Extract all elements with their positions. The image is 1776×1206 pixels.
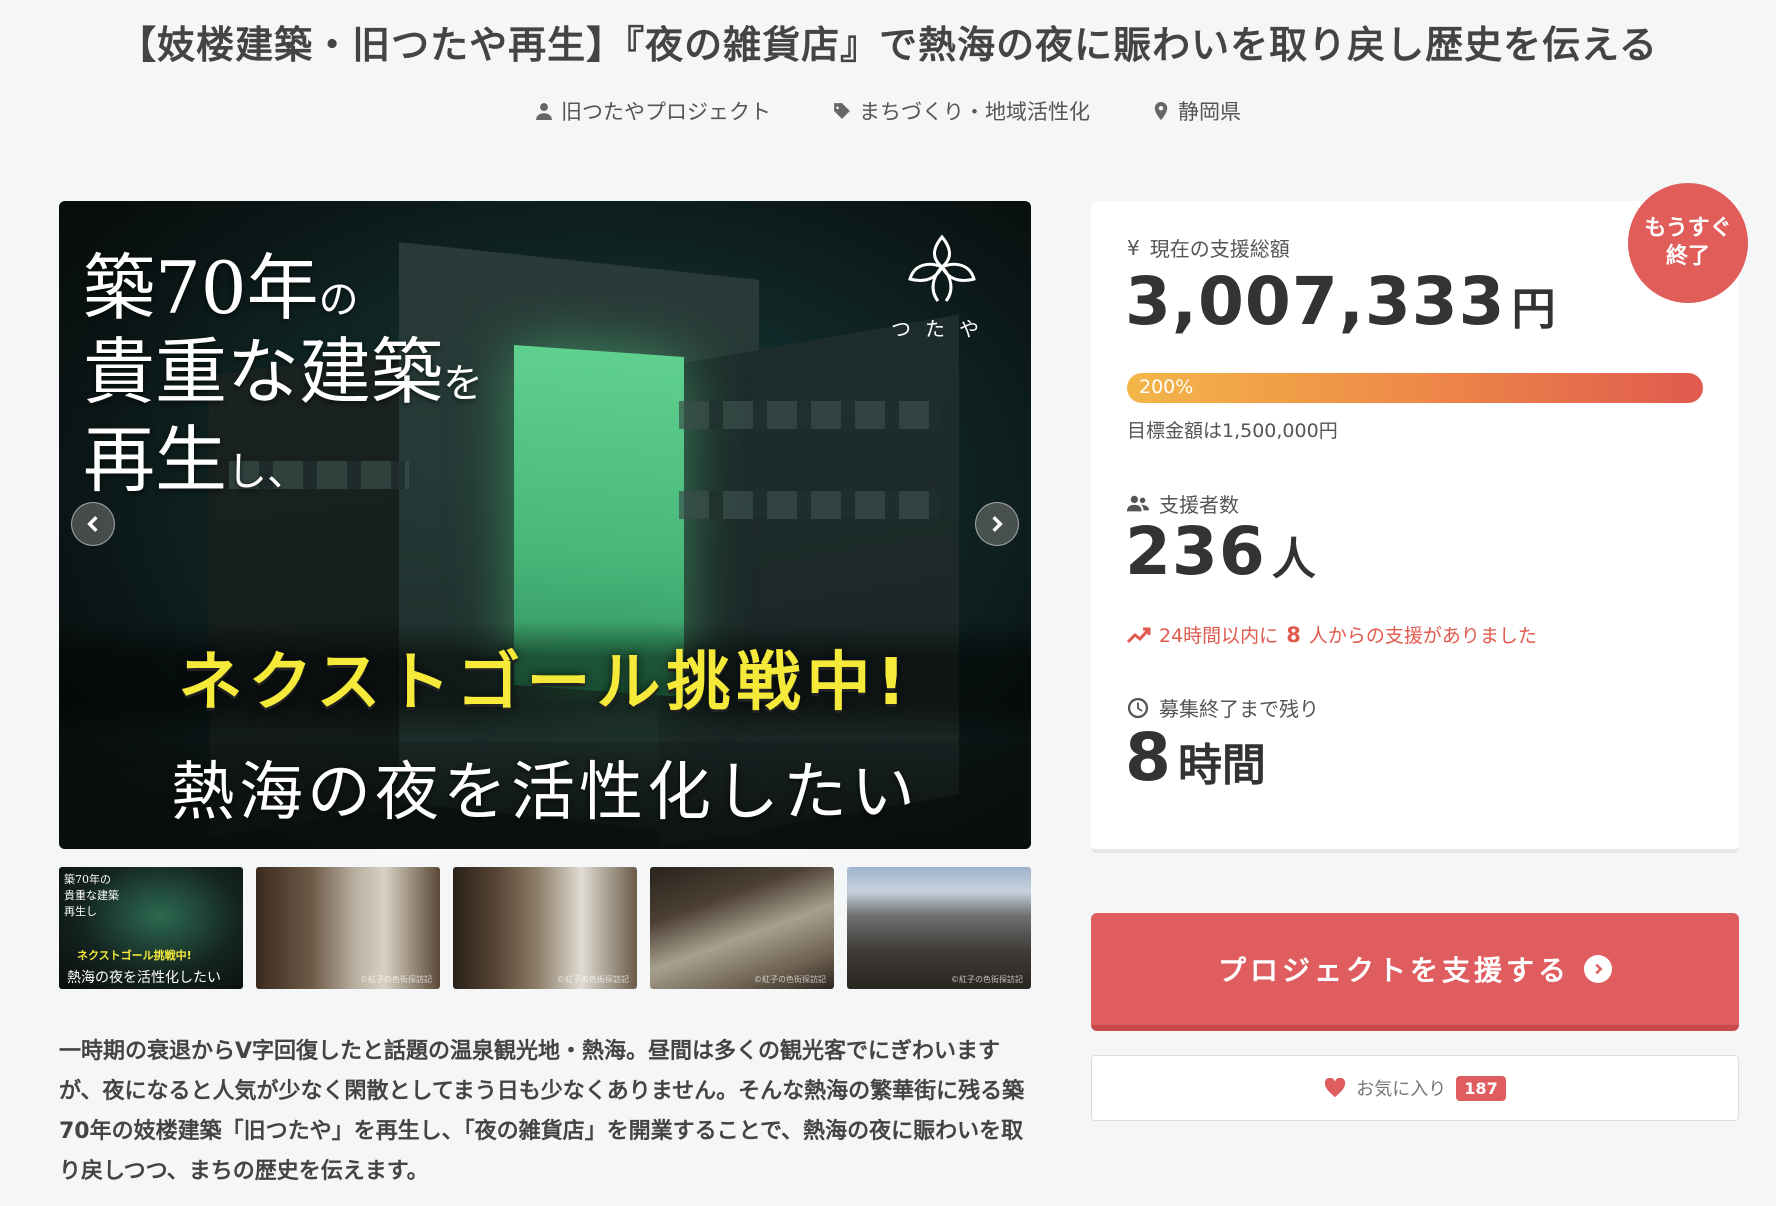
location-name: 静岡県 [1178, 100, 1241, 124]
owner-link[interactable]: 旧つたやプロジェクト [535, 96, 771, 126]
favorite-button[interactable]: お気に入り 187 [1091, 1055, 1739, 1121]
goal-amount: 目標金額は1,500,000円 [1127, 420, 1338, 442]
arrow-right-circle-icon [1584, 955, 1612, 983]
carousel-prev-button[interactable] [71, 502, 115, 546]
recent-support-notice: 24時間以内に 8 人からの支援がありました [1127, 621, 1537, 648]
logo-text: つたや [891, 317, 993, 341]
badge-line-1: もうすぐ [1644, 216, 1732, 241]
ending-soon-badge: もうすぐ 終了 [1628, 183, 1748, 303]
remaining-time-value: 8 [1125, 719, 1172, 796]
progress-bar: 200% [1127, 373, 1703, 403]
tsutaya-logo: つたや [887, 229, 997, 342]
category-name: まちづくり・地域活性化 [859, 100, 1090, 124]
category-link[interactable]: まちづくり・地域活性化 [833, 96, 1090, 126]
favorite-label: お気に入り [1356, 1079, 1447, 1100]
support-button-label: プロジェクトを支援する [1217, 954, 1570, 987]
thumb-text: 貴重な建築 [64, 889, 119, 902]
chevron-right-icon [992, 516, 1003, 532]
total-amount: 3,007,333 円 [1125, 263, 1556, 340]
trend-suffix: 人からの支援がありました [1308, 625, 1537, 647]
chevron-left-icon [87, 516, 98, 532]
remaining-label-text: 募集終了まで残り [1159, 697, 1319, 721]
thumb-text: 築70年の [64, 873, 111, 886]
map-pin-icon [1154, 102, 1168, 120]
hero-image[interactable]: 築70年の 貴重な建築を 再生し、 つたや ネクストゴール挑戦中! 熱海の夜を活… [59, 201, 1031, 849]
thumbnail-strip: 築70年の 貴重な建築 再生し ネクストゴール挑戦中! 熱海の夜を活性化したい … [59, 867, 1031, 989]
thumbnail-5[interactable]: ©紅子の色街探訪記 [847, 867, 1031, 989]
thumbnail-2[interactable]: ©紅子の色街探訪記 [256, 867, 440, 989]
project-description: 一時期の衰退からV字回復したと話題の温泉観光地・熱海。昼間は多くの観光客でにぎわ… [59, 1039, 1025, 1184]
heart-icon [1325, 1078, 1346, 1098]
thumb-credit: ©紅子の色街探訪記 [557, 975, 629, 984]
total-label: ¥ 現在の支援総額 [1127, 233, 1290, 262]
progress-label: 200% [1139, 376, 1194, 398]
remaining-time: 8 時間 [1125, 719, 1266, 796]
remaining-time-unit: 時間 [1177, 740, 1266, 791]
support-project-button[interactable]: プロジェクトを支援する [1091, 913, 1739, 1031]
carousel-next-button[interactable] [975, 502, 1019, 546]
favorite-count-badge: 187 [1456, 1075, 1506, 1101]
thumb-credit: ©紅子の色街探訪記 [360, 975, 432, 984]
location-link[interactable]: 静岡県 [1152, 96, 1241, 126]
users-icon [1127, 495, 1149, 511]
hero-banner-text: ネクストゴール挑戦中! [178, 646, 912, 720]
remaining-label: 募集終了まで残り [1127, 693, 1319, 722]
flower-crest-icon [908, 234, 976, 302]
total-amount-unit: 円 [1511, 284, 1556, 335]
hero-line-3: 再生し、 [83, 418, 308, 502]
owner-name: 旧つたやプロジェクト [561, 100, 771, 124]
user-icon [536, 103, 552, 120]
badge-line-2: 終了 [1665, 244, 1710, 269]
thumb-credit: ©紅子の色街探訪記 [754, 975, 826, 984]
trend-prefix: 24時間以内に [1159, 625, 1279, 647]
hero-subline: 熱海の夜を活性化したい [171, 756, 919, 830]
thumbnail-3[interactable]: ©紅子の色街探訪記 [453, 867, 637, 989]
project-meta: 旧つたやプロジェクト まちづくり・地域活性化 静岡県 [0, 96, 1776, 126]
trending-up-icon [1127, 627, 1151, 643]
yen-icon: ¥ [1127, 235, 1140, 260]
thumb-text: ネクストゴール挑戦中! [77, 949, 192, 962]
total-label-text: 現在の支援総額 [1149, 237, 1290, 261]
hero-windows [679, 491, 939, 519]
tag-icon [834, 103, 850, 119]
supporters-count: 236 人 [1125, 513, 1316, 590]
trend-count: 8 [1286, 622, 1301, 647]
thumbnail-1[interactable]: 築70年の 貴重な建築 再生し ネクストゴール挑戦中! 熱海の夜を活性化したい [59, 867, 243, 989]
clock-icon [1127, 697, 1149, 718]
page-title: 【妓楼建築・旧つたや再生】『夜の雑貨店』で熱海の夜に賑わいを取り戻し歴史を伝える [118, 23, 1658, 67]
total-amount-value: 3,007,333 [1125, 263, 1506, 340]
funding-stats-card: ¥ 現在の支援総額 3,007,333 円 200% 目標金額は1,500,000… [1091, 201, 1739, 853]
hero-windows [679, 401, 939, 429]
thumb-text: 熱海の夜を活性化したい [67, 970, 221, 986]
supporters-count-value: 236 [1125, 513, 1266, 590]
thumbnail-4[interactable]: ©紅子の色街探訪記 [650, 867, 834, 989]
thumb-text: 再生し [64, 905, 97, 918]
thumb-credit: ©紅子の色街探訪記 [951, 975, 1023, 984]
supporters-count-unit: 人 [1271, 534, 1316, 585]
